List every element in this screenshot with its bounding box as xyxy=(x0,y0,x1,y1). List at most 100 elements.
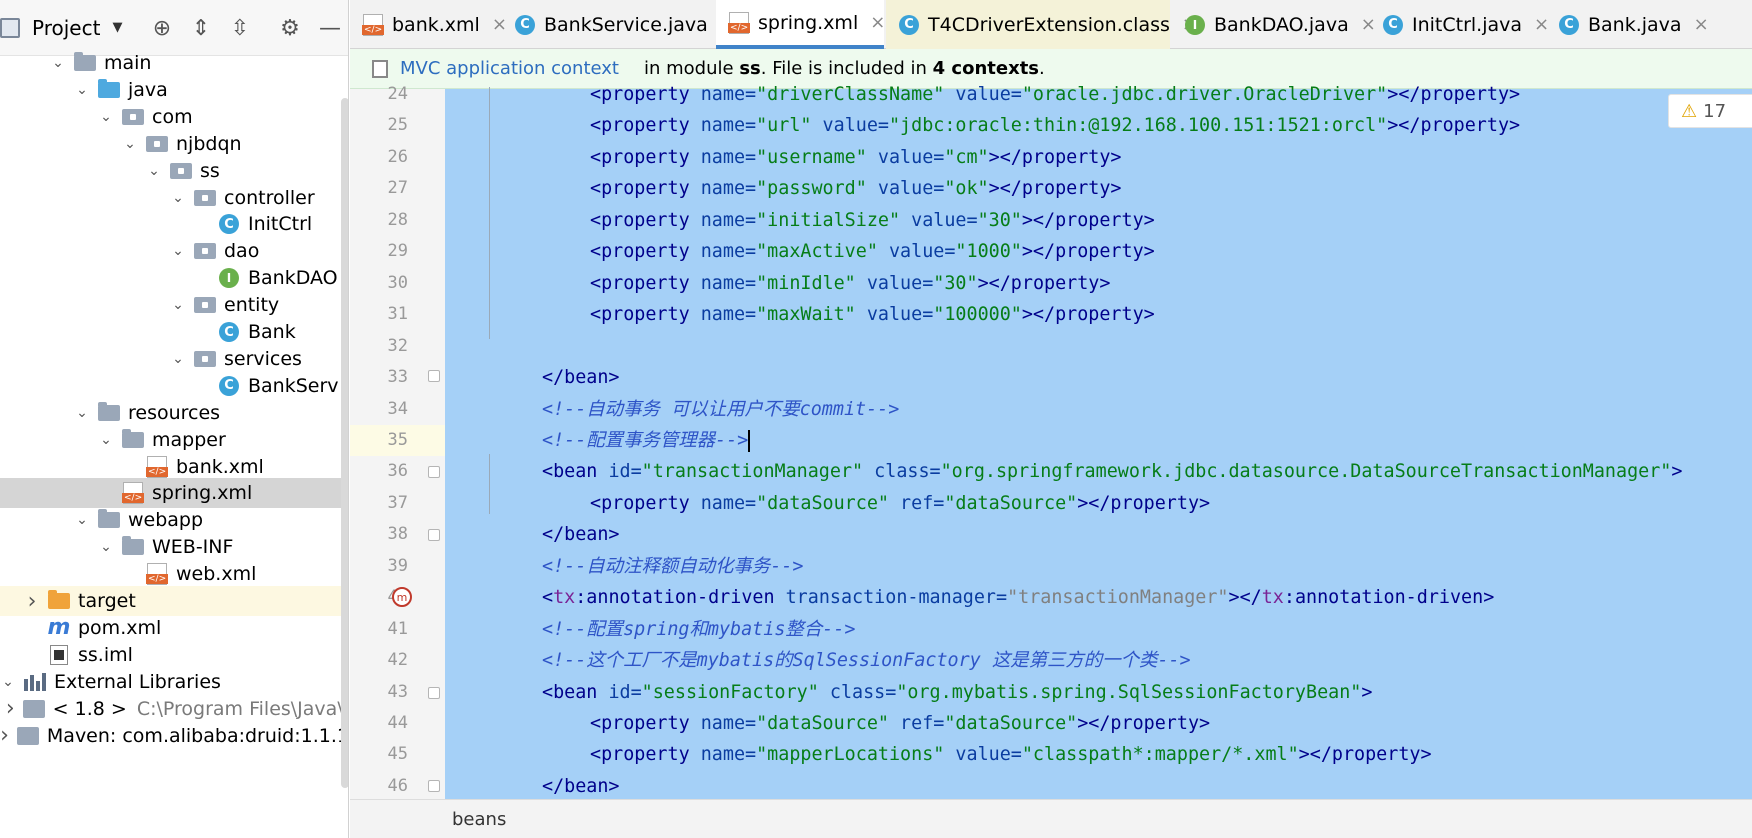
tree-item[interactable]: ⌄ java xyxy=(0,75,348,105)
tree-item[interactable]: ⌄ mapper xyxy=(0,425,348,455)
code-token: <!--自动注释额自动化事务--> xyxy=(542,555,804,577)
tree-item[interactable]: C BankServ xyxy=(0,371,348,401)
tab-label: BankService.java xyxy=(544,13,708,36)
expand-arrow-icon[interactable]: ⌄ xyxy=(50,55,66,71)
expand-arrow-icon[interactable]: ⌄ xyxy=(170,351,186,367)
expand-arrow-icon[interactable]: ⌄ xyxy=(98,432,114,448)
project-title[interactable]: Project xyxy=(32,16,100,40)
code-token: ></property> xyxy=(988,178,1122,200)
fold-marker-icon[interactable] xyxy=(428,687,440,699)
code-token: <!--这个工厂不是mybatis的SqlSessionFactory 这是第三… xyxy=(542,650,1191,672)
tab-bankdao-java[interactable]: I BankDAO.java × xyxy=(1172,0,1376,49)
code-token: "mapperLocations" xyxy=(756,744,956,766)
class-icon: C xyxy=(218,322,240,342)
tree-item-label: ss xyxy=(200,159,220,182)
tree-item[interactable]: ⌄ controller xyxy=(0,183,348,213)
tree-item[interactable]: web.xml xyxy=(0,559,348,589)
tree-item[interactable]: ⌄ webapp xyxy=(0,505,348,535)
expand-arrow-icon[interactable]: ⌄ xyxy=(74,512,90,528)
tab-label: Bank.java xyxy=(1588,13,1682,36)
expand-arrow-icon[interactable]: ⌄ xyxy=(74,82,90,98)
expand-all-icon[interactable]: ⇕ xyxy=(187,14,215,42)
tree-item-label: ss.iml xyxy=(78,643,133,666)
tab-bankservice-java[interactable]: CBankService.java× xyxy=(502,0,735,49)
collapse-arrow-icon[interactable]: › xyxy=(24,589,40,614)
tree-item[interactable]: › target xyxy=(0,586,348,616)
code-token: tx xyxy=(1261,587,1284,609)
tree-item[interactable]: › Maven: com.alibaba:druid:1.1.1 xyxy=(0,721,348,751)
tree-item[interactable]: C Bank xyxy=(0,317,348,347)
code-line: </bean> xyxy=(542,362,620,393)
tree-item-label: web.xml xyxy=(176,563,257,586)
tree-item[interactable]: ⌄ entity xyxy=(0,290,348,320)
tree-item[interactable]: ⌄ ss xyxy=(0,156,348,186)
tree-item[interactable]: ⌄ njbdqn xyxy=(0,129,348,159)
indent-guide xyxy=(489,454,490,514)
close-icon[interactable]: × xyxy=(1694,14,1709,35)
tree-item[interactable]: bank.xml xyxy=(0,452,348,482)
tree-item[interactable]: ⌄ External Libraries xyxy=(0,667,348,697)
tab-initctrl-java[interactable]: C InitCtrl.java × xyxy=(1370,0,1549,49)
code-token: "maxWait" xyxy=(756,304,867,326)
tree-item[interactable]: ⌄ WEB-INF xyxy=(0,532,348,562)
tab-bank-java[interactable]: C Bank.java × xyxy=(1546,0,1726,49)
code-token: <property xyxy=(590,178,701,200)
tree-item[interactable]: spring.xml xyxy=(0,478,348,509)
warnings-badge[interactable]: ⚠ 17 xyxy=(1668,94,1752,128)
code-token: <property xyxy=(590,304,701,326)
code-token: "jdbc:oracle:thin:@192.168.100.151:1521:… xyxy=(888,115,1388,137)
collapse-all-icon[interactable]: ⇳ xyxy=(226,14,254,42)
expand-arrow-icon[interactable]: ⌄ xyxy=(146,163,162,179)
tree-item[interactable]: ss.iml xyxy=(0,640,348,670)
collapse-arrow-icon[interactable]: › xyxy=(6,696,15,721)
locate-icon[interactable]: ⊕ xyxy=(148,14,176,42)
fold-marker-icon[interactable] xyxy=(428,370,440,382)
tree-item[interactable]: ⌄ main xyxy=(0,48,348,78)
collapse-arrow-icon[interactable]: › xyxy=(0,723,9,748)
expand-arrow-icon[interactable]: ⌄ xyxy=(170,297,186,313)
expand-arrow-icon[interactable]: ⌄ xyxy=(0,674,16,690)
gear-icon[interactable]: ⚙ xyxy=(276,14,304,42)
chevron-down-icon[interactable]: ▼ xyxy=(112,20,122,35)
breadcrumb-item-beans[interactable]: beans xyxy=(452,809,506,830)
tab-t4cdriverextension-class[interactable]: CT4CDriverExtension.class× xyxy=(886,0,1197,49)
line-number: 38 xyxy=(387,524,408,545)
code-token: "username" xyxy=(756,146,878,168)
tab-bank-xml[interactable]: bank.xml× xyxy=(350,0,507,49)
fold-marker-icon[interactable] xyxy=(428,780,440,792)
tree-item-label: Bank xyxy=(248,321,296,343)
tree-item[interactable]: m pom.xml xyxy=(0,613,348,643)
context-middle: . File is included in xyxy=(760,58,933,79)
code-token: "transactionManager" xyxy=(1007,587,1229,609)
code-token: tx xyxy=(553,587,576,609)
tree-item[interactable]: C InitCtrl xyxy=(0,209,348,239)
line-number: 34 xyxy=(387,398,408,419)
project-scrollbar[interactable] xyxy=(341,98,348,788)
maven-icon: m xyxy=(47,615,71,641)
expand-arrow-icon[interactable]: ⌄ xyxy=(170,190,186,206)
fold-marker-icon[interactable] xyxy=(428,466,440,478)
tree-item[interactable]: › < 1.8 > C:\Program Files\Java\j xyxy=(0,694,348,724)
expand-arrow-icon[interactable]: ⌄ xyxy=(74,405,90,421)
code-token: value= xyxy=(866,272,934,294)
gutter-marker-icon[interactable]: m xyxy=(392,587,412,607)
package-icon xyxy=(194,296,216,314)
project-view-icon[interactable] xyxy=(0,18,20,38)
close-icon[interactable]: × xyxy=(870,12,885,33)
expand-arrow-icon[interactable]: ⌄ xyxy=(122,136,138,152)
code-token: ref= xyxy=(900,492,945,514)
expand-arrow-icon[interactable]: ⌄ xyxy=(170,243,186,259)
mvc-context-link[interactable]: MVC application context xyxy=(400,58,619,79)
expand-arrow-icon[interactable]: ⌄ xyxy=(98,539,114,555)
expand-arrow-icon[interactable]: ⌄ xyxy=(98,109,114,125)
tab-spring-xml[interactable]: spring.xml × xyxy=(716,0,885,49)
tree-item[interactable]: ⌄ resources xyxy=(0,398,348,428)
hide-panel-icon[interactable]: — xyxy=(316,14,344,42)
tree-item[interactable]: ⌄ services xyxy=(0,344,348,374)
tree-item[interactable]: ⌄ dao xyxy=(0,236,348,266)
code-token: "org.mybatis.spring.SqlSessionFactoryBea… xyxy=(896,681,1362,703)
tree-item[interactable]: ⌄ com xyxy=(0,102,348,132)
fold-marker-icon[interactable] xyxy=(428,529,440,541)
tree-item[interactable]: I BankDAO xyxy=(0,263,348,293)
tree-item-label: dao xyxy=(224,240,260,263)
